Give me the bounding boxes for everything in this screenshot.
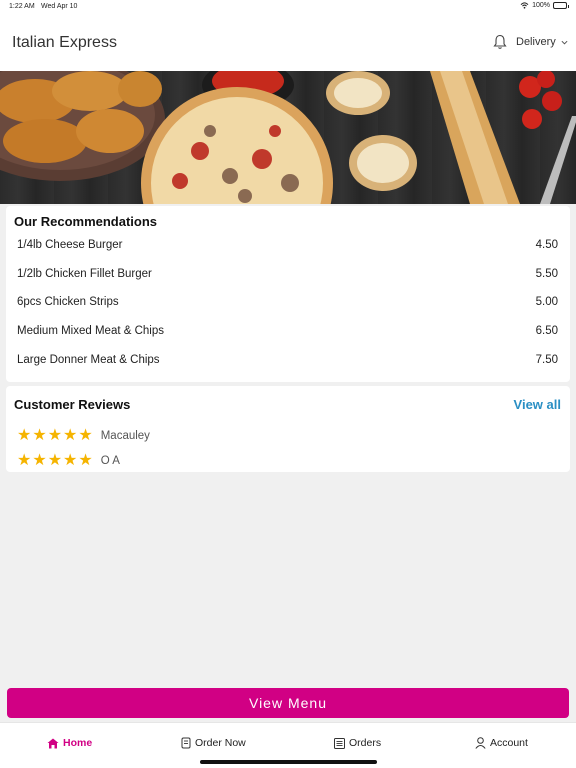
star-icon: ★ — [17, 427, 32, 444]
star-icon: ★ — [32, 452, 47, 469]
star-icon: ★ — [17, 452, 32, 469]
item-price: 4.50 — [535, 239, 558, 251]
tab-order-now[interactable]: Order Now — [181, 737, 246, 749]
star-icon: ★ — [47, 452, 63, 469]
star-rating: ★ ★ ★ ★ ★ — [17, 428, 93, 444]
reviewer-name: O A — [100, 455, 120, 467]
order-icon — [181, 737, 191, 749]
delivery-mode-dropdown[interactable]: Delivery — [516, 36, 568, 48]
account-icon — [475, 737, 486, 749]
reviewer-name: Macauley — [100, 430, 150, 442]
wifi-icon — [520, 2, 529, 9]
star-icon: ★ — [78, 452, 93, 469]
reviews-card: Customer Reviews View all ★ ★ ★ ★ ★ Maca… — [6, 386, 570, 472]
item-name: Large Donner Meat & Chips — [17, 354, 160, 366]
status-time: 1:22 AM — [9, 3, 35, 10]
battery-percent: 100% — [532, 2, 550, 9]
star-icon: ★ — [63, 452, 78, 469]
item-name: Medium Mixed Meat & Chips — [17, 325, 164, 337]
view-all-link[interactable]: View all — [514, 397, 561, 412]
home-icon — [47, 738, 59, 748]
tab-label: Orders — [349, 737, 382, 749]
review-item: ★ ★ ★ ★ ★ Macauley — [17, 427, 150, 445]
list-item[interactable]: 6pcs Chicken Strips 5.00 — [6, 289, 570, 317]
tab-label: Order Now — [195, 737, 246, 749]
tab-home[interactable]: Home — [47, 737, 92, 749]
food-illustration — [0, 71, 576, 204]
view-menu-button[interactable]: View Menu — [7, 688, 569, 718]
item-price: 5.00 — [535, 296, 558, 308]
tab-label: Home — [63, 737, 93, 749]
delivery-mode-label: Delivery — [516, 36, 556, 48]
star-icon: ★ — [78, 427, 93, 444]
item-name: 1/2lb Chicken Fillet Burger — [17, 268, 152, 280]
review-item: ★ ★ ★ ★ ★ O A — [17, 452, 120, 470]
star-icon: ★ — [63, 427, 78, 444]
item-name: 6pcs Chicken Strips — [17, 296, 119, 308]
battery-icon — [553, 2, 569, 9]
tab-orders[interactable]: Orders — [334, 737, 381, 749]
status-date: Wed Apr 10 — [41, 3, 78, 10]
item-name: 1/4lb Cheese Burger — [17, 239, 123, 251]
tab-account[interactable]: Account — [475, 737, 528, 749]
bell-icon[interactable] — [493, 34, 507, 50]
item-price: 6.50 — [535, 325, 558, 337]
list-item[interactable]: Large Donner Meat & Chips 7.50 — [6, 347, 570, 375]
recommendations-card: Our Recommendations 1/4lb Cheese Burger … — [6, 206, 570, 382]
status-bar: 1:22 AM Wed Apr 10 100% — [0, 0, 576, 14]
star-icon: ★ — [32, 427, 47, 444]
reviews-title: Customer Reviews — [14, 397, 131, 412]
item-price: 7.50 — [535, 354, 558, 366]
hero-food-image — [0, 71, 576, 204]
star-rating: ★ ★ ★ ★ ★ — [17, 453, 93, 469]
chevron-down-icon — [561, 40, 568, 45]
list-item[interactable]: 1/4lb Cheese Burger 4.50 — [6, 232, 570, 260]
orders-icon — [334, 737, 345, 749]
item-price: 5.50 — [535, 268, 558, 280]
status-right: 100% — [520, 2, 569, 9]
app-header: Italian Express Delivery — [0, 14, 576, 71]
list-item[interactable]: 1/2lb Chicken Fillet Burger 5.50 — [6, 261, 570, 289]
home-indicator — [200, 760, 377, 764]
tab-label: Account — [490, 737, 528, 749]
list-item[interactable]: Medium Mixed Meat & Chips 6.50 — [6, 318, 570, 346]
star-icon: ★ — [47, 427, 63, 444]
recommendations-title: Our Recommendations — [14, 214, 158, 229]
page-title: Italian Express — [12, 34, 117, 51]
